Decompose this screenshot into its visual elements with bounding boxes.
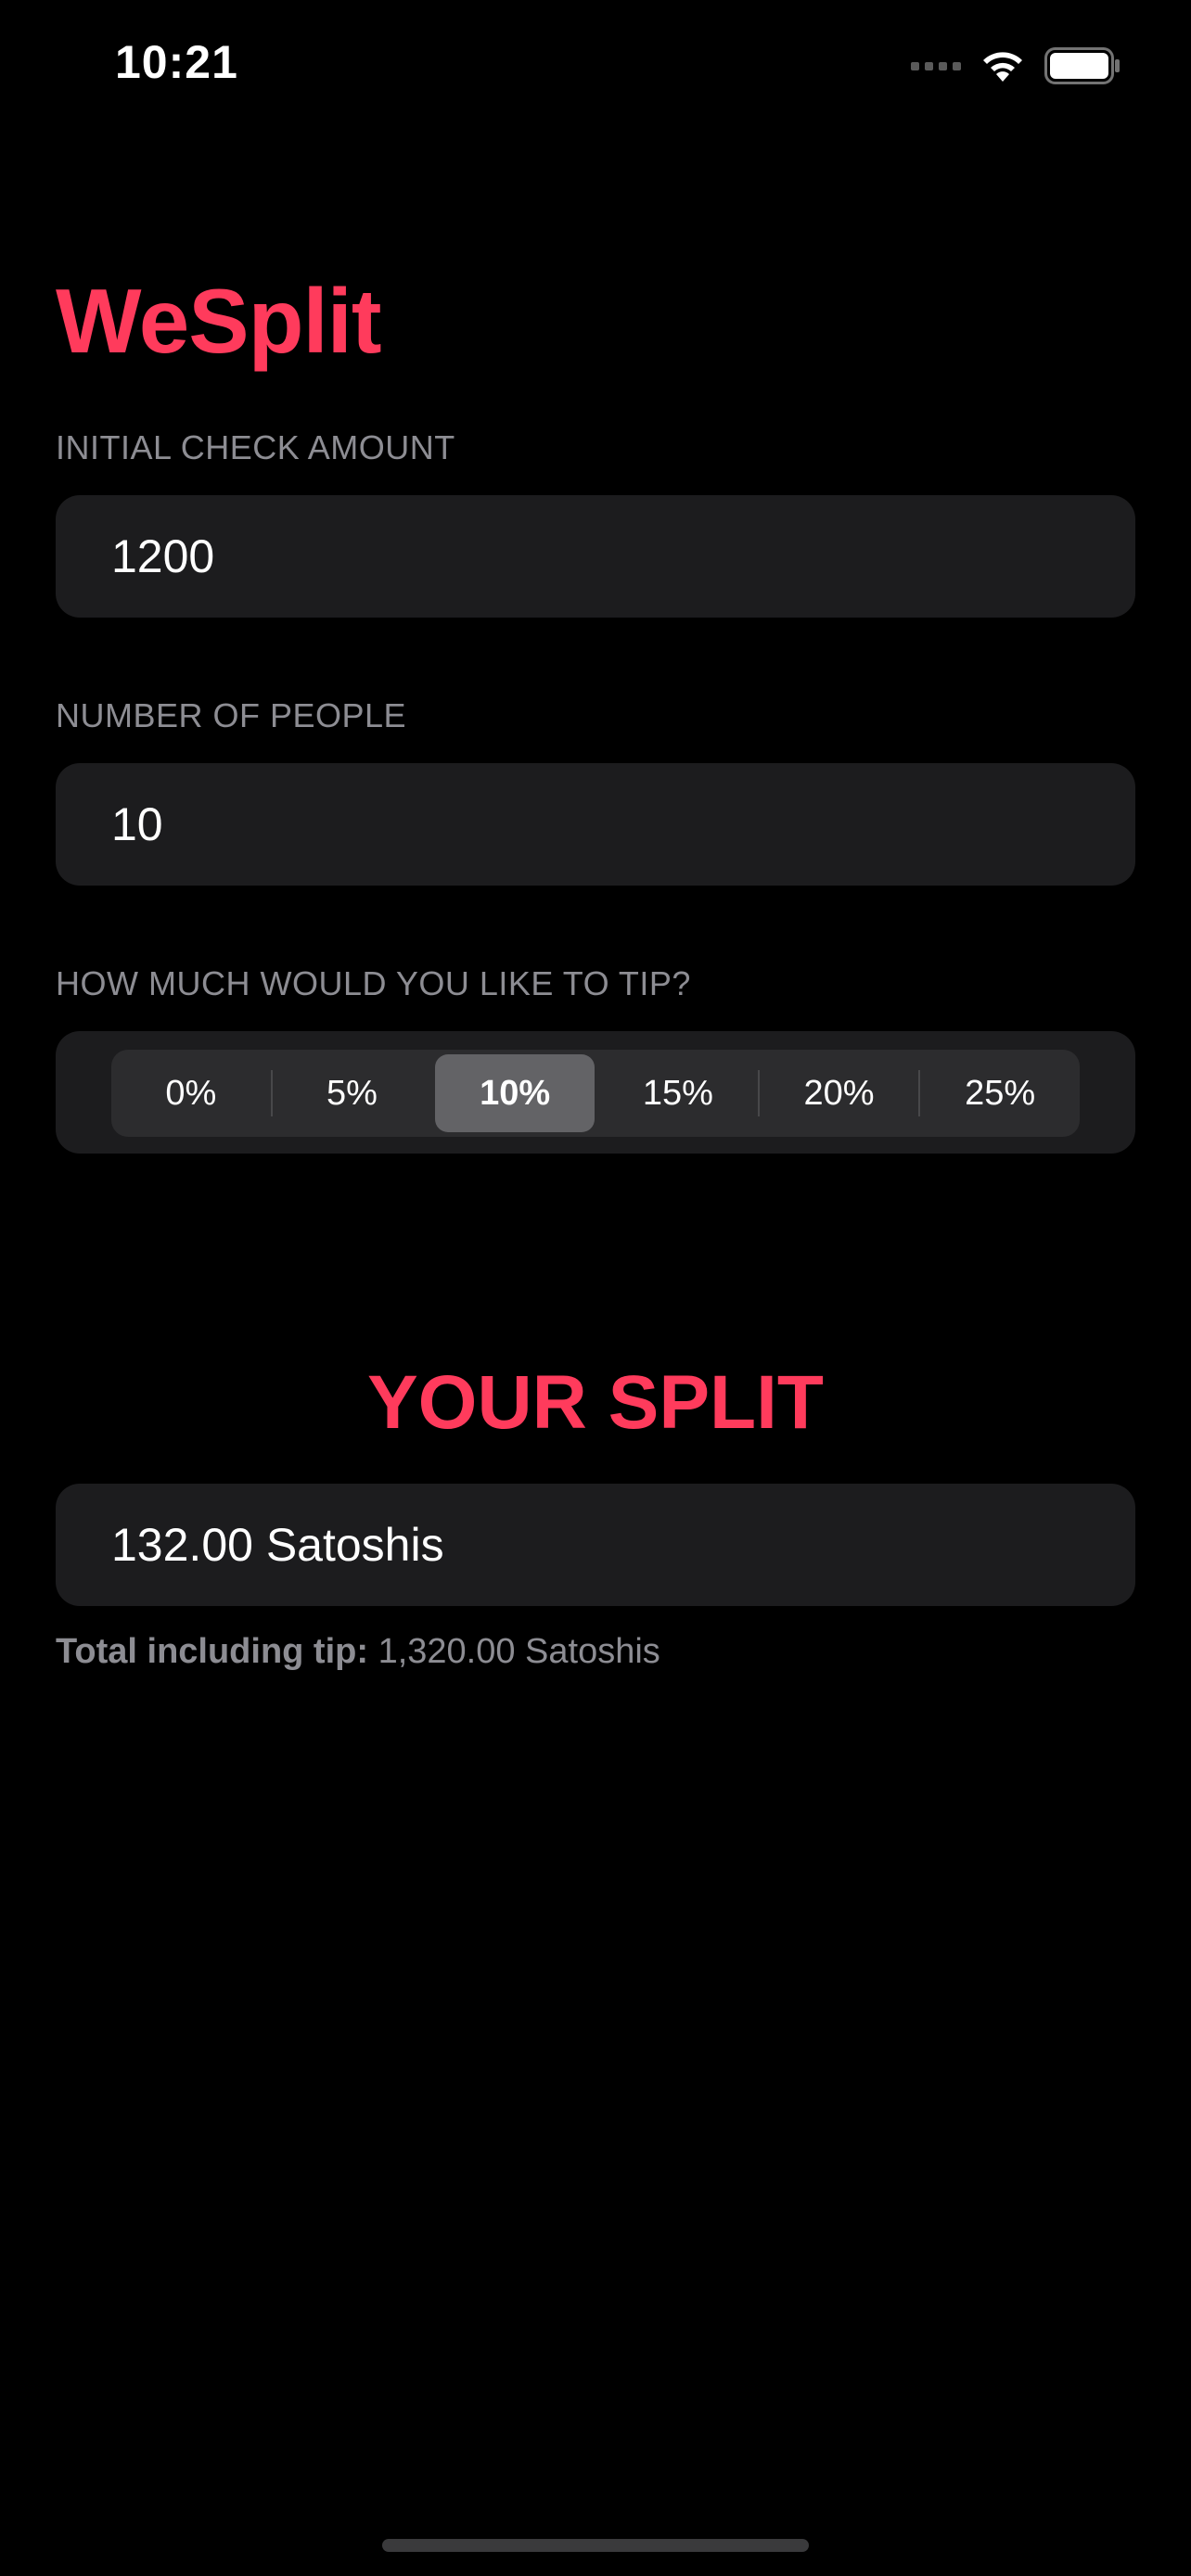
battery-icon — [1044, 47, 1120, 84]
cellular-signal-icon — [911, 61, 961, 70]
tip-option-10-selected[interactable]: 10% — [435, 1054, 596, 1132]
total-label: Total including tip: — [56, 1632, 369, 1671]
tip-option-25[interactable]: 25% — [920, 1050, 1080, 1137]
total-value: 1,320.00 Satoshis — [378, 1632, 660, 1671]
split-amount-row: 132.00 Satoshis — [56, 1484, 1135, 1606]
tip-picker-row: 0% 5% 10% 15% 20% 25% — [56, 1031, 1135, 1154]
number-of-people-header: NUMBER OF PEOPLE — [56, 696, 407, 734]
number-of-people-value: 10 — [111, 798, 163, 850]
check-amount-value: 1200 — [111, 530, 215, 582]
tip-option-20[interactable]: 20% — [760, 1050, 919, 1137]
tip-option-15[interactable]: 15% — [598, 1050, 758, 1137]
tip-segmented-control[interactable]: 0% 5% 10% 15% 20% 25% — [111, 1050, 1080, 1137]
wifi-icon — [983, 52, 1022, 82]
split-amount-value: 132.00 Satoshis — [111, 1519, 444, 1571]
tip-option-5[interactable]: 5% — [273, 1050, 432, 1137]
page-title: WeSplit — [56, 270, 382, 372]
number-of-people-field[interactable]: 10 — [56, 763, 1135, 886]
status-time: 10:21 — [115, 36, 238, 88]
check-amount-field[interactable]: 1200 — [56, 495, 1135, 618]
status-icons — [911, 45, 1121, 87]
tip-option-0[interactable]: 0% — [111, 1050, 271, 1137]
tip-header: HOW MUCH WOULD YOU LIKE TO TIP? — [56, 964, 691, 1002]
your-split-title: YOUR SPLIT — [366, 1360, 825, 1445]
total-including-tip: Total including tip: 1,320.00 Satoshis — [56, 1632, 660, 1672]
check-amount-header: INITIAL CHECK AMOUNT — [56, 428, 455, 466]
home-indicator[interactable] — [382, 2539, 809, 2552]
